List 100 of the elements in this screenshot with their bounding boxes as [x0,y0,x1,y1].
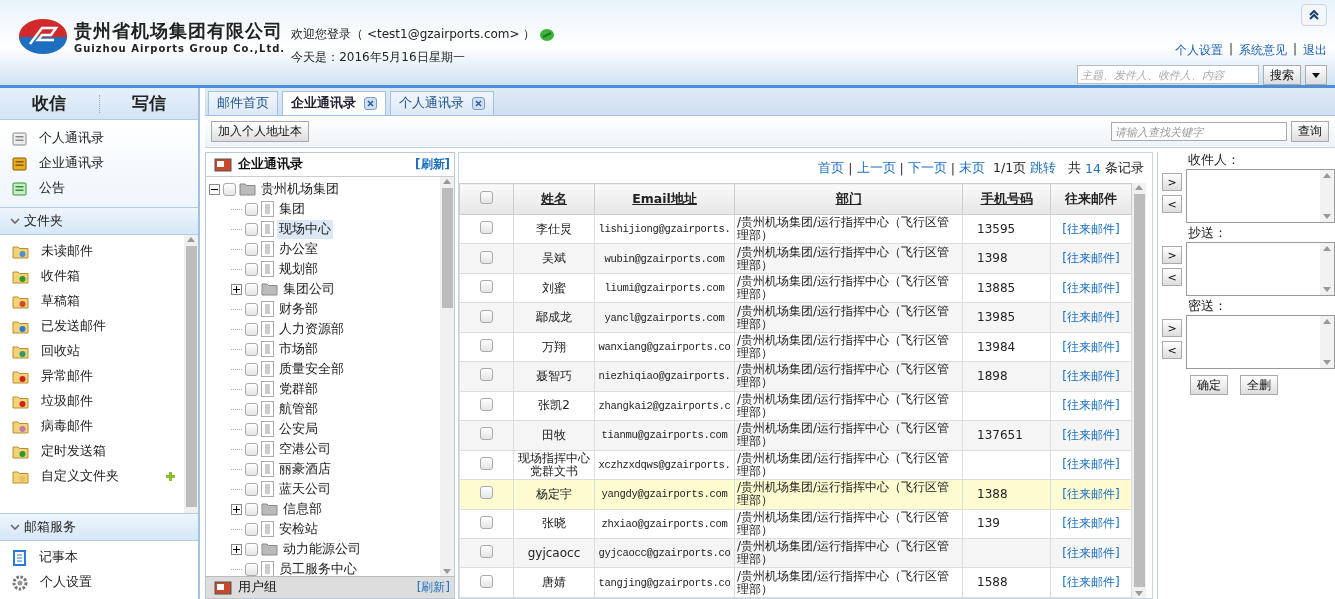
tree-item[interactable]: 信息部 [281,499,324,519]
table-row[interactable]: 鄢成龙 yancl@gzairports.com /贵州机场集团/运行指挥中心（飞行区管理部） 13985 [往来邮件] [459,302,1132,333]
tree-item[interactable]: 集团 [277,199,307,219]
checkbox[interactable] [245,422,258,436]
checkbox[interactable] [245,502,258,516]
checkbox[interactable] [480,221,493,235]
checkbox[interactable] [223,182,236,196]
recipient-list[interactable] [1186,315,1335,369]
checkbox[interactable] [245,262,258,276]
sidebar-tab[interactable]: 写信 [99,92,198,115]
tree-item[interactable]: 财务部 [277,299,320,319]
tree-item[interactable]: 办公室 [277,239,320,259]
tree-item[interactable]: 市场部 [277,339,320,359]
tab[interactable]: 个人通讯录 [390,91,494,115]
folder-item[interactable]: 异常邮件 [12,364,184,389]
tree-item[interactable]: 贵州机场集团 [259,179,341,199]
tree-item[interactable]: 员工服务中心 [277,559,359,576]
scrollbar-thumb[interactable] [185,246,197,507]
checkbox[interactable] [480,427,493,441]
tree-item[interactable]: 动力能源公司 [281,539,363,559]
sidebar-tab[interactable]: 收信 [0,92,99,115]
sidebar-item[interactable]: 企业通讯录 [12,151,198,176]
column-header-link[interactable]: 姓名 [541,190,567,206]
checkbox[interactable] [245,362,258,376]
header-link[interactable]: 系统意见 [1238,42,1287,59]
header-link[interactable]: 个人设置 [1174,42,1223,59]
pager-link[interactable]: 末页 [958,159,985,177]
jump-link[interactable]: 跳转 [1030,159,1057,177]
recipient-list[interactable] [1186,242,1335,296]
folder-item[interactable]: 已发送邮件 [12,314,184,339]
remove-button[interactable]: < [1162,268,1182,286]
sidebar-item[interactable]: 个人通讯录 [12,126,198,151]
scroll-up-icon[interactable] [1323,319,1331,324]
section-header[interactable]: 邮箱服务 [0,513,198,541]
scroll-down-icon[interactable] [1135,591,1143,596]
checkbox[interactable] [245,542,258,556]
scrollbar[interactable] [440,177,454,576]
sidebar-item[interactable]: 个人设置 [12,570,198,595]
section-header[interactable]: 文件夹 [0,207,198,235]
scroll-up-icon[interactable] [187,237,195,242]
tree-item[interactable]: 人力资源部 [277,319,346,339]
tree-item[interactable]: 现场中心 [277,219,333,239]
folder-item[interactable]: 草稿箱 [12,289,184,314]
add-button[interactable]: > [1162,246,1182,264]
scrollbar[interactable] [184,235,198,513]
checkbox[interactable] [480,545,493,559]
tree-item[interactable]: 航管部 [277,399,320,419]
scroll-up-icon[interactable] [1323,173,1331,178]
folder-item[interactable]: 回收站 [12,339,184,364]
add-button[interactable]: > [1162,319,1182,337]
folder-item[interactable]: 定时发送箱 [12,439,184,464]
scroll-up-icon[interactable] [1323,246,1331,251]
checkbox[interactable] [245,402,258,416]
checkbox[interactable] [245,482,258,496]
tree-item[interactable]: 质量安全部 [277,359,346,379]
checkbox[interactable] [245,562,258,576]
checkbox[interactable] [480,368,493,382]
add-icon[interactable] [165,471,176,482]
remove-button[interactable]: < [1162,195,1182,213]
tree-item[interactable]: 空港公司 [277,439,333,459]
folder-item[interactable]: 收件箱 [12,264,184,289]
tree-item[interactable]: 安检站 [277,519,320,539]
scrollbar-thumb[interactable] [1133,194,1145,587]
tree-item[interactable]: 党群部 [277,379,320,399]
pager-link[interactable]: 上一页 [856,159,896,177]
folder-item[interactable]: 病毒邮件 [12,414,184,439]
refresh-link[interactable]: [刷新] [416,579,450,596]
scrollbar-thumb[interactable] [441,188,453,308]
checkbox[interactable] [480,486,493,500]
checkbox[interactable] [480,280,493,294]
tree-item[interactable]: 规划部 [277,259,320,279]
scroll-up-icon[interactable] [1135,185,1143,190]
close-icon[interactable] [472,97,485,110]
checkbox[interactable] [245,342,258,356]
checkbox[interactable] [480,250,493,264]
search-field[interactable]: 请输入查找关键字 [1111,122,1287,141]
checkbox[interactable] [245,322,258,336]
scroll-down-icon[interactable] [1323,214,1331,219]
pager-link[interactable]: 下一页 [907,159,947,177]
expand-toggle[interactable] [231,283,242,295]
table-row[interactable]: 吴斌 wubin@gzairports.com /贵州机场集团/运行指挥中心（飞行区管理部） 1398 [往来邮件] [459,243,1132,274]
folder-item[interactable]: 垃圾邮件 [12,389,184,414]
add-button[interactable]: > [1162,173,1182,191]
tree-item[interactable]: 公安局 [277,419,320,439]
collapse-toggle[interactable] [209,183,220,195]
checkbox[interactable] [245,202,258,216]
checkbox[interactable] [480,339,493,353]
checkbox[interactable] [480,515,493,529]
remove-button[interactable]: < [1162,341,1182,359]
checkbox[interactable] [480,456,493,470]
sidebar-item[interactable]: 记事本 [12,545,198,570]
scroll-down-icon[interactable] [443,569,451,574]
query-button[interactable]: 查询 [1291,121,1329,142]
search-button[interactable]: 搜索 [1263,65,1301,85]
table-row[interactable]: 刘蜜 liumi@gzairports.com /贵州机场集团/运行指挥中心（飞行区管理部） 13885 [往来邮件] [459,273,1132,303]
action-button[interactable]: 全删 [1240,375,1278,395]
header-link[interactable]: 退出 [1303,42,1327,59]
checkbox[interactable] [245,242,258,256]
tree-item[interactable]: 集团公司 [281,279,337,299]
folder-item[interactable]: 未读邮件 [12,239,184,264]
